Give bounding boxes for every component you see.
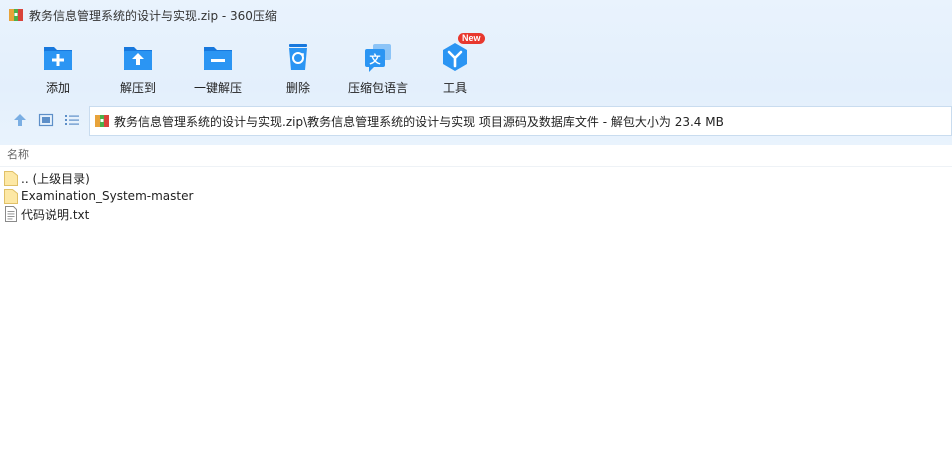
column-header-name[interactable]: 名称 [0,145,952,167]
tools-button[interactable]: New 工具 [418,33,492,98]
tools-icon [443,43,467,71]
archive-language-button[interactable]: 文 压缩包语言 [338,36,418,98]
svg-text:文: 文 [370,52,382,66]
archive-language-label: 压缩包语言 [347,81,408,95]
recycle-bin-icon [289,44,307,70]
extract-to-button[interactable]: 解压到 [98,36,178,98]
top-area: 教务信息管理系统的设计与实现.zip - 360压缩 添加 解压到 一键解压 删… [0,0,952,145]
extract-to-icon [124,47,152,70]
tools-label: 工具 [442,81,467,95]
navigation-bar: 教务信息管理系统的设计与实现.zip\教务信息管理系统的设计与实现 项目源码及数… [0,106,952,136]
list-item-file[interactable]: 代码说明.txt [0,205,952,223]
column-name-label: 名称 [7,148,29,161]
up-arrow-icon[interactable] [12,112,28,128]
file-name: 代码说明.txt [21,207,90,222]
one-click-extract-label: 一键解压 [193,81,242,95]
archive-file-icon [95,115,109,127]
one-click-extract-icon [204,47,232,70]
add-folder-icon [44,47,72,70]
text-file-icon [5,206,17,222]
new-badge: New [458,33,485,44]
list-view-icon[interactable] [64,112,80,128]
delete-label: 删除 [285,81,310,95]
file-name: .. (上级目录) [21,171,90,186]
delete-button[interactable]: 删除 [258,36,338,98]
archive-language-icon: 文 [365,44,391,72]
extract-to-label: 解压到 [119,81,156,95]
window-title: 教务信息管理系统的设计与实现.zip - 360压缩 [29,8,277,23]
folder-icon [4,171,18,186]
one-click-extract-button[interactable]: 一键解压 [178,36,258,98]
file-list: .. (上级目录) Examination_System-master 代码说明… [0,169,952,223]
address-bar[interactable]: 教务信息管理系统的设计与实现.zip\教务信息管理系统的设计与实现 项目源码及数… [89,106,952,136]
list-item-folder[interactable]: Examination_System-master [0,187,952,205]
folder-icon [4,189,18,204]
address-path: 教务信息管理系统的设计与实现.zip\教务信息管理系统的设计与实现 项目源码及数… [114,114,724,129]
toolbar: 添加 解压到 一键解压 删除 文 压缩包语言 New 工具 [18,33,492,100]
archive-app-icon [9,9,23,21]
title-bar: 教务信息管理系统的设计与实现.zip - 360压缩 [0,0,952,30]
add-button[interactable]: 添加 [18,36,98,98]
list-item-parent-directory[interactable]: .. (上级目录) [0,169,952,187]
file-name: Examination_System-master [21,189,194,203]
add-label: 添加 [45,81,70,95]
thumbnail-view-icon[interactable] [38,112,54,128]
